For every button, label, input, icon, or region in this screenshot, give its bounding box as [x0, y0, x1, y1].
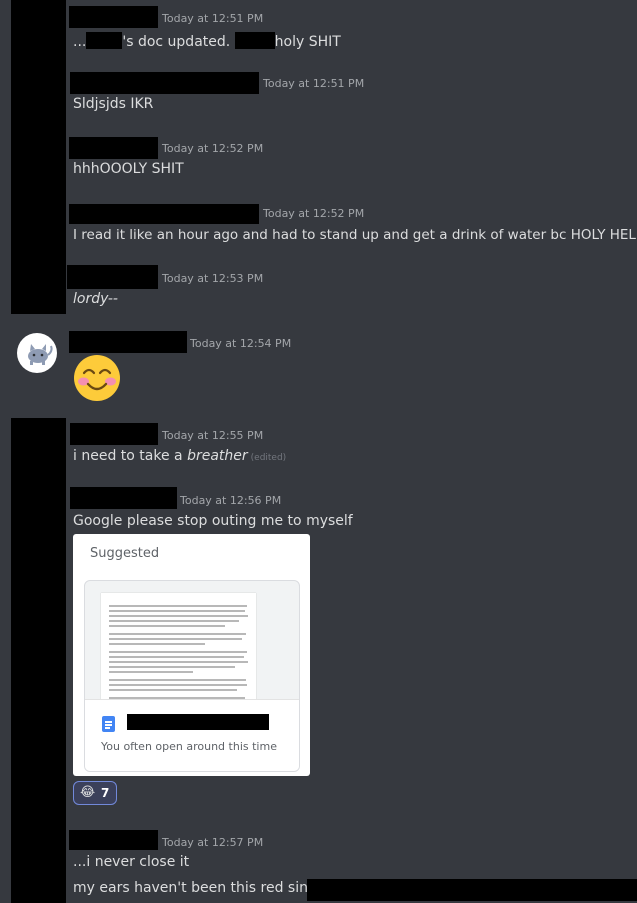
reaction-button[interactable]: 😂 7 [73, 781, 117, 805]
redacted-username [67, 265, 158, 289]
redacted-text [307, 879, 637, 901]
redacted-username [69, 6, 158, 28]
message-text: Google please stop outing me to myself [73, 513, 353, 529]
message-text: ...'s doc updated. holy SHIT [73, 32, 341, 50]
smiling-face-emoji [73, 354, 121, 402]
redacted-username [69, 204, 259, 224]
document-preview[interactable]: You often open around this time [84, 580, 300, 772]
message-timestamp: Today at 12:54 PM [190, 337, 292, 350]
message-timestamp: Today at 12:52 PM [263, 207, 365, 220]
redacted-username [70, 423, 158, 445]
message-timestamp: Today at 12:51 PM [263, 77, 365, 90]
message-timestamp: Today at 12:57 PM [162, 836, 264, 849]
message-text-continued: my ears haven't been this red since [73, 880, 325, 896]
message-timestamp: Today at 12:53 PM [162, 272, 264, 285]
redacted-document-title [127, 714, 269, 730]
inline-redaction [86, 32, 123, 49]
google-docs-icon [102, 716, 115, 732]
redacted-avatar-column-top [11, 0, 66, 314]
smiling-face-icon [74, 355, 120, 401]
message-text: i need to take a breather (edited) [73, 448, 287, 464]
document-thumbnail [101, 593, 256, 703]
redacted-username [69, 331, 187, 353]
redacted-username [69, 830, 158, 850]
message-timestamp: Today at 12:52 PM [162, 142, 264, 155]
suggested-heading: Suggested [90, 546, 160, 561]
message-timestamp: Today at 12:56 PM [180, 494, 282, 507]
edited-tag: (edited) [250, 453, 287, 463]
redacted-username [69, 137, 158, 159]
tears-of-joy-icon: 😂 [80, 785, 96, 800]
message-timestamp: Today at 12:51 PM [162, 12, 264, 25]
redacted-avatar-column-bottom [11, 418, 66, 903]
suggestion-reason: You often open around this time [101, 740, 277, 753]
redacted-username [70, 72, 259, 94]
redacted-username [70, 487, 177, 509]
reaction-count: 7 [101, 786, 110, 800]
cat-avatar-icon [28, 344, 53, 365]
message-text: ...i never close it [73, 854, 190, 870]
message-timestamp: Today at 12:55 PM [162, 429, 264, 442]
message-text: hhhOOOLY SHIT [73, 161, 184, 177]
message-text: Sldjsjds IKR [73, 96, 154, 112]
message-text: lordy-- [73, 291, 118, 307]
document-info: You often open around this time [85, 699, 299, 771]
image-attachment[interactable]: Suggested You often open around this tim… [73, 534, 310, 776]
message-text: I read it like an hour ago and had to st… [73, 227, 637, 243]
inline-redaction [234, 32, 275, 49]
avatar[interactable] [17, 333, 57, 373]
